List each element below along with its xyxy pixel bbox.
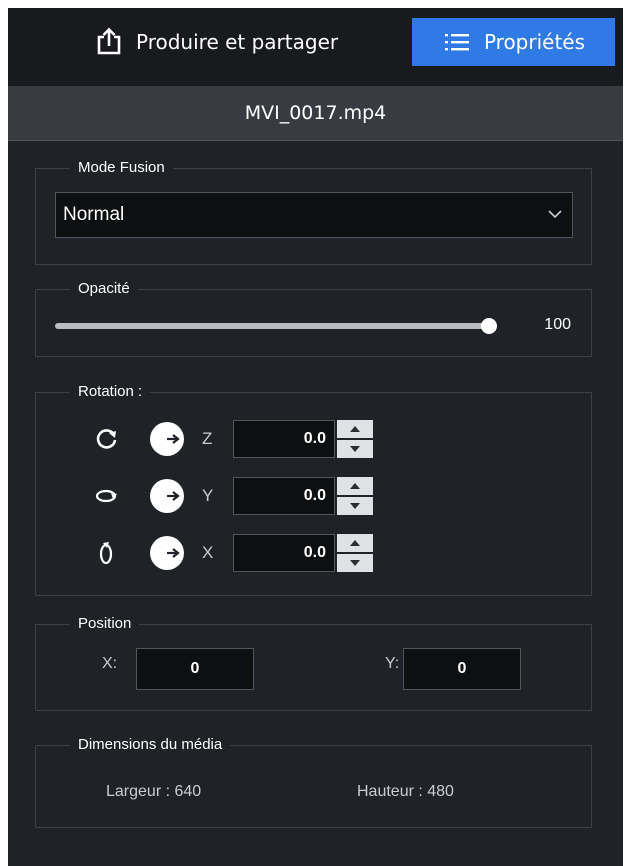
media-dimensions-legend: Dimensions du média (70, 735, 231, 755)
opacity-group: Opacité 100 (35, 279, 592, 357)
media-width: Largeur : 640 (106, 783, 202, 800)
tab-properties-label: Propriétés (483, 30, 586, 54)
rotation-group: Rotation : Z 0.0 Y 0.0 X 0.0 (35, 382, 592, 596)
blend-mode-legend: Mode Fusion (70, 158, 173, 178)
angle-dial-icon[interactable] (149, 535, 185, 571)
rotate-x-icon (94, 540, 120, 566)
rotation-x-input[interactable]: 0.0 (233, 534, 335, 572)
position-x-label: X: (102, 655, 118, 672)
properties-panel: Produire et partager Propriétés MVI_0017… (8, 8, 623, 866)
list-icon (442, 27, 472, 57)
opacity-legend: Opacité (70, 279, 138, 299)
rotate-z-icon (94, 426, 120, 452)
position-x-input[interactable]: 0 (136, 648, 254, 690)
rotation-axis-label: Z (202, 429, 213, 448)
rotation-row-z: Z 0.0 (36, 418, 591, 458)
rotation-x-spinner (337, 534, 373, 572)
blend-mode-select[interactable]: Normal (55, 192, 573, 238)
opacity-value: 100 (544, 316, 571, 333)
rotation-axis-label: X (202, 543, 214, 562)
rotation-row-y: Y 0.0 (36, 475, 591, 515)
increment-button[interactable] (337, 477, 373, 495)
rotation-axis-label: Y (202, 486, 214, 505)
decrement-button[interactable] (337, 440, 373, 458)
rotation-z-spinner (337, 420, 373, 458)
share-upload-icon (94, 27, 124, 57)
position-legend: Position (70, 614, 140, 634)
increment-button[interactable] (337, 534, 373, 552)
tab-bar: Produire et partager Propriétés (8, 8, 623, 86)
position-y-input[interactable]: 0 (403, 648, 521, 690)
tab-properties[interactable]: Propriétés (412, 18, 615, 66)
position-group: Position X: 0 Y: 0 (35, 614, 592, 711)
file-name: MVI_0017.mp4 (244, 102, 387, 124)
blend-mode-value: Normal (63, 204, 125, 225)
position-y-label: Y: (385, 655, 400, 672)
tab-produce-label: Produire et partager (136, 30, 339, 54)
increment-button[interactable] (337, 420, 373, 438)
opacity-slider[interactable] (55, 318, 497, 334)
file-name-header: MVI_0017.mp4 (8, 86, 623, 141)
decrement-button[interactable] (337, 497, 373, 515)
opacity-slider-fill (55, 323, 489, 329)
chevron-down-icon (546, 205, 564, 223)
rotation-y-input[interactable]: 0.0 (233, 477, 335, 515)
rotation-legend: Rotation : (70, 382, 151, 402)
tab-produce-and-share[interactable]: Produire et partager (74, 18, 404, 66)
decrement-button[interactable] (337, 554, 373, 572)
opacity-slider-thumb[interactable] (481, 318, 497, 334)
media-dimensions-group: Dimensions du média Largeur : 640 Hauteu… (35, 735, 592, 828)
angle-dial-icon[interactable] (149, 421, 185, 457)
blend-mode-group: Mode Fusion Normal (35, 158, 592, 265)
angle-dial-icon[interactable] (149, 478, 185, 514)
rotation-z-input[interactable]: 0.0 (233, 420, 335, 458)
rotation-y-spinner (337, 477, 373, 515)
rotate-y-icon (94, 483, 120, 509)
rotation-row-x: X 0.0 (36, 532, 591, 572)
media-height: Hauteur : 480 (357, 783, 454, 800)
